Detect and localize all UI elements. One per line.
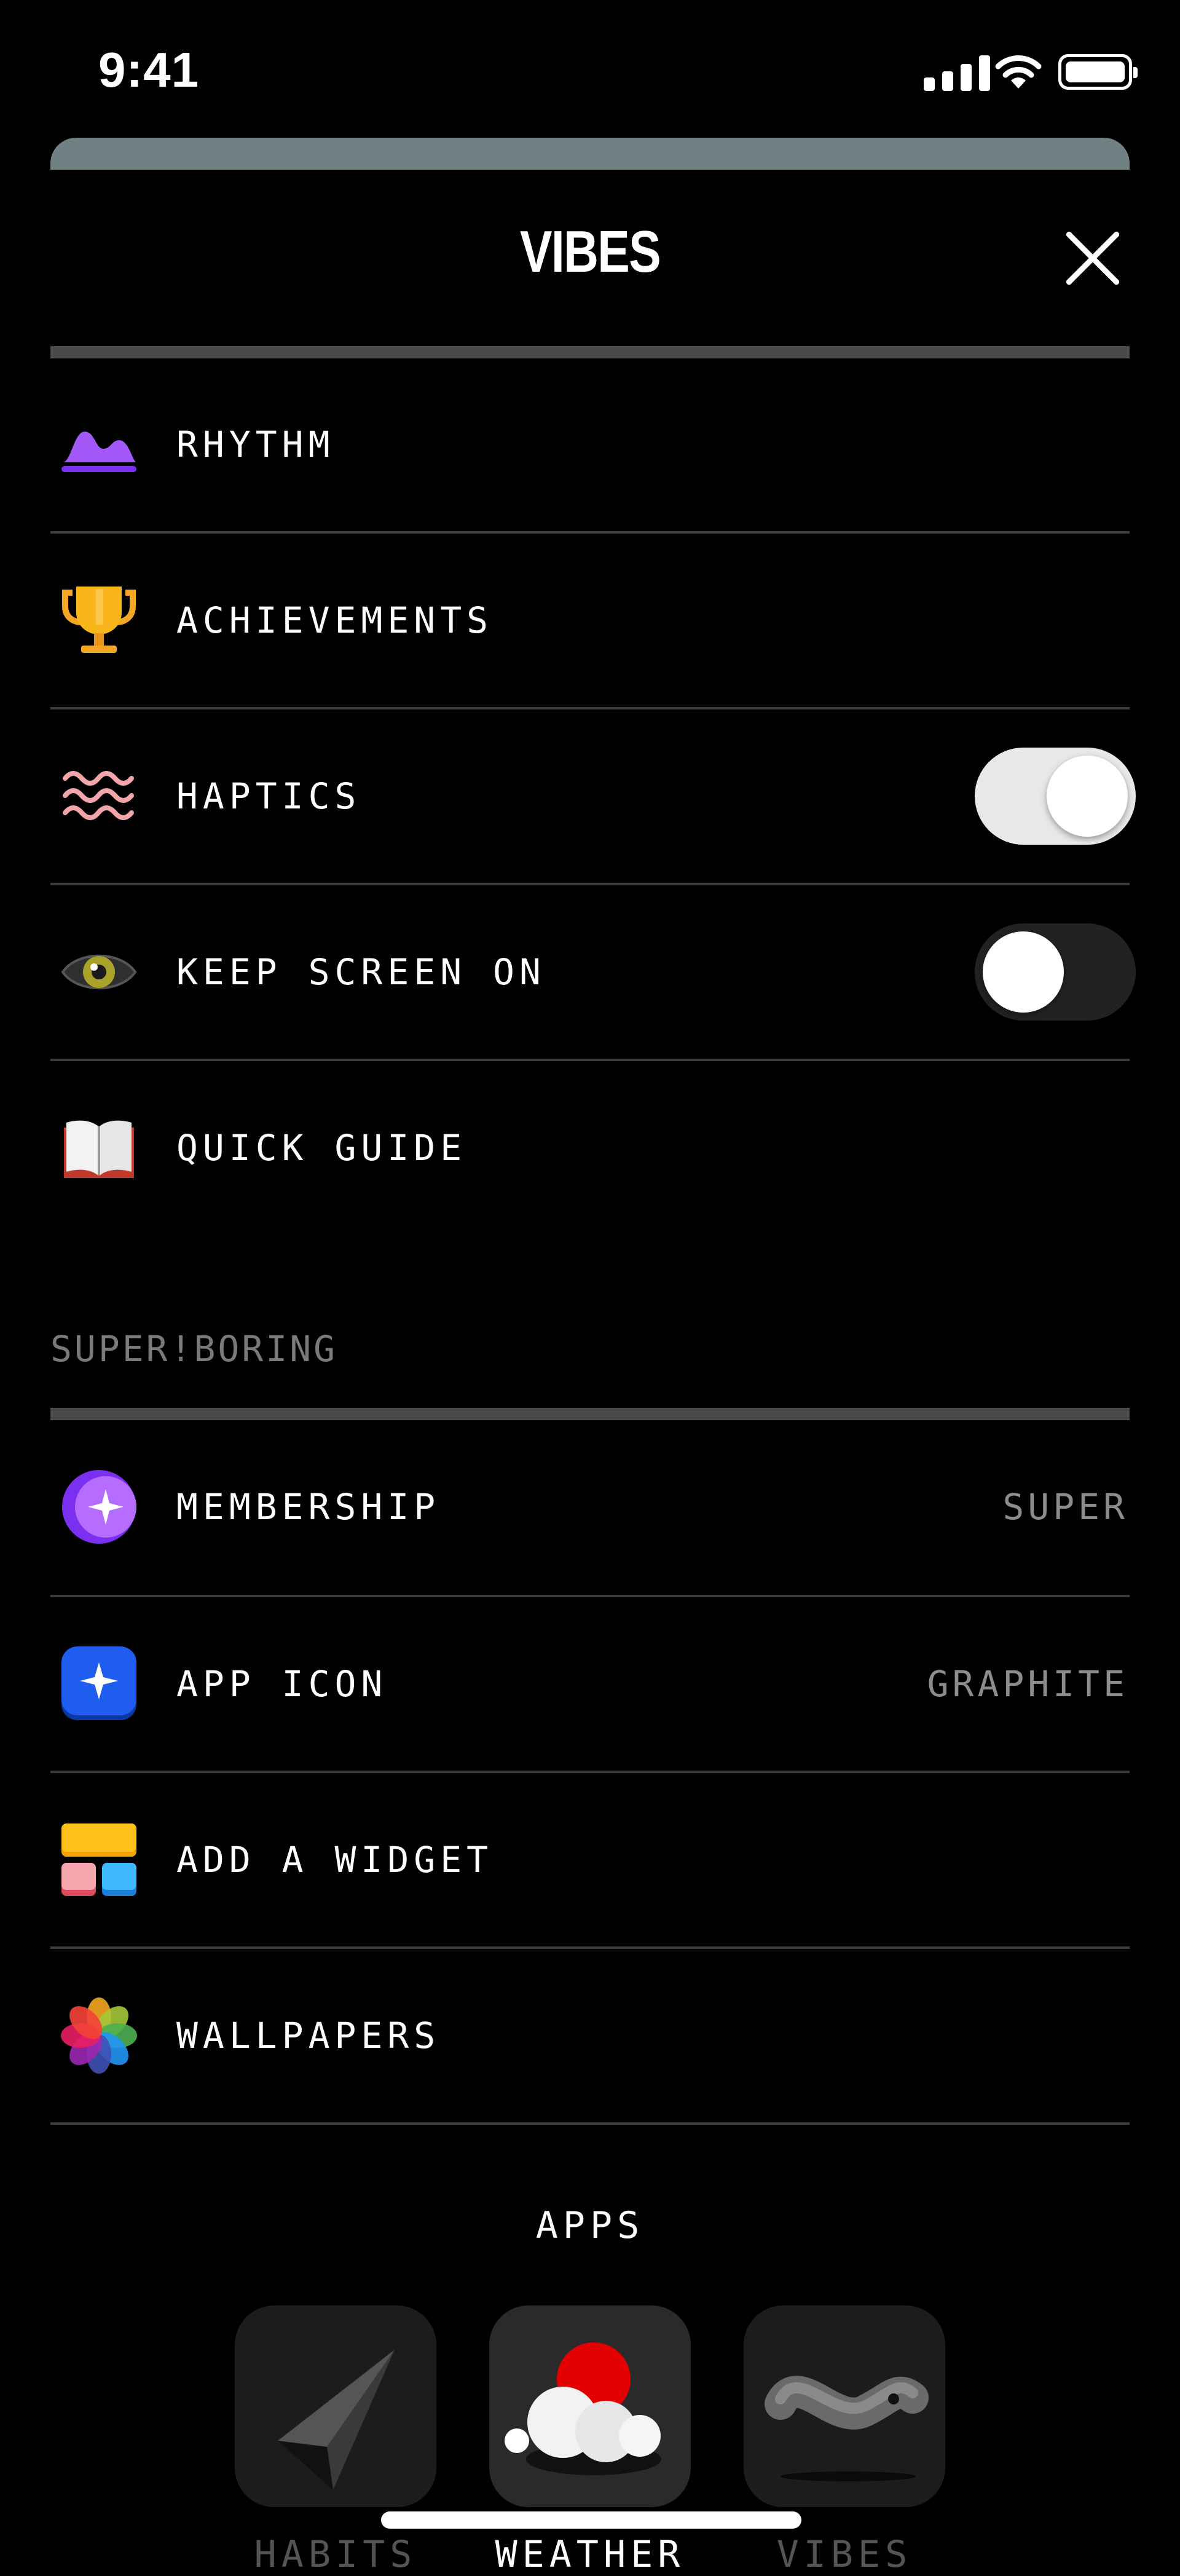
app-label-vibes: VIBES [776,2533,913,2576]
settings-row-achievements[interactable]: ACHIEVEMENTS [50,532,1130,708]
home-indicator[interactable] [381,2511,801,2529]
settings-row-haptics: HAPTICS [50,708,1136,884]
sheet-title: VIBES [519,219,661,285]
toggle-knob [1047,756,1128,837]
cellular-signal-icon [924,54,991,91]
haptics-toggle[interactable] [975,748,1136,845]
rhythm-wave-icon [61,432,136,472]
haptic-waves-icon [63,771,134,820]
status-time: 9:41 [98,42,200,97]
battery-icon [1058,54,1138,90]
open-book-icon [64,1120,134,1178]
app-icon-sparkle-icon [61,1646,136,1720]
app-label-habits: HABITS [254,2533,417,2576]
settings-row-label: ADD A WIDGET [176,1839,494,1881]
apps-heading: APPS [535,2204,645,2247]
settings-row-label: RHYTHM [176,424,335,465]
settings-row-label: HAPTICS [176,775,361,817]
app-tile-vibes[interactable] [744,2305,945,2507]
settings-row-keep-screen-on: KEEP SCREEN ON [50,884,1136,1060]
settings-row-app-icon[interactable]: APP ICON GRAPHITE [50,1596,1130,1772]
settings-row-label: QUICK GUIDE [176,1127,467,1169]
settings-row-quick-guide[interactable]: QUICK GUIDE [50,1060,1130,1236]
section-heading: SUPER!BORING [50,1328,338,1370]
settings-row-add-widget[interactable]: ADD A WIDGET [50,1772,1130,1948]
settings-row-rhythm[interactable]: RHYTHM [50,357,1130,532]
settings-row-membership[interactable]: MEMBERSHIP SUPER [50,1419,1130,1595]
settings-row-label: WALLPAPERS [176,2015,441,2056]
toggle-knob [983,931,1064,1013]
keep-screen-on-toggle[interactable] [975,923,1136,1021]
photos-flower-icon [61,1997,137,2074]
section-divider-bar [50,1408,1130,1420]
settings-row-label: KEEP SCREEN ON [176,951,546,993]
widgets-icon [61,1823,136,1896]
app-tile-weather[interactable] [489,2305,691,2507]
row-divider [50,2122,1130,2125]
wifi-icon [995,55,1042,89]
underlying-card-edge [50,138,1130,170]
membership-value: SUPER [1002,1486,1128,1528]
app-label-weather: WEATHER [495,2533,685,2576]
settings-row-label: MEMBERSHIP [176,1486,441,1528]
membership-moon-icon [62,1470,136,1544]
eye-icon [61,954,137,990]
squiggle-icon [765,2376,929,2481]
app-tile-habits[interactable] [235,2305,436,2507]
settings-row-wallpapers[interactable]: WALLPAPERS [50,1948,1130,2124]
settings-row-label: ACHIEVEMENTS [176,599,494,641]
trophy-icon [62,587,136,653]
paper-plane-icon [278,2350,395,2490]
app-icon-value: GRAPHITE [927,1663,1128,1705]
close-button[interactable] [1062,227,1123,289]
weather-cloud-icon [505,2342,661,2475]
settings-row-label: APP ICON [176,1663,388,1705]
